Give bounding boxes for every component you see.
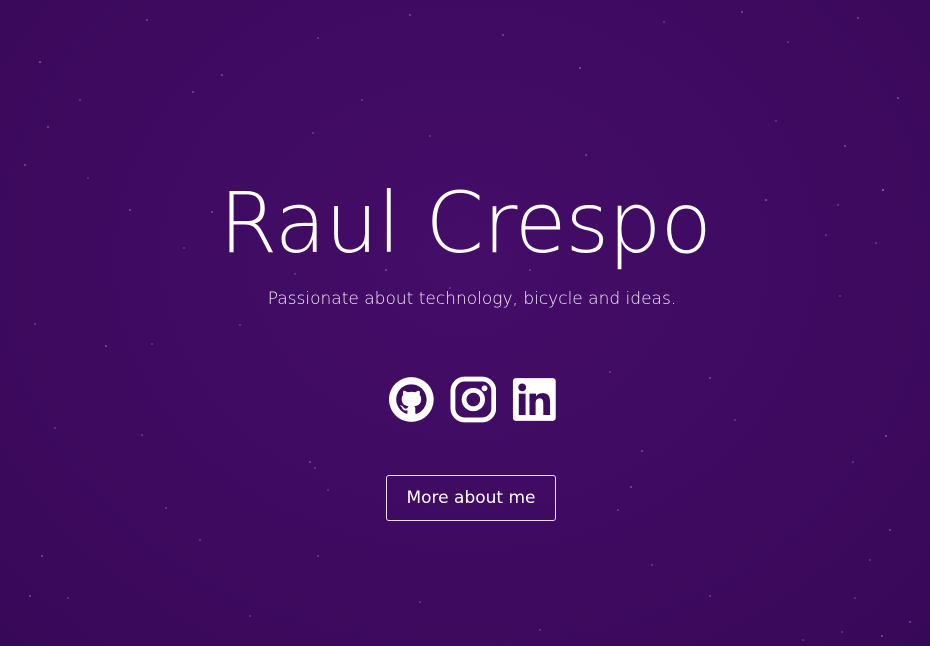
tagline: Passionate about technology, bicycle and… bbox=[267, 289, 677, 309]
linkedin-link[interactable] bbox=[511, 376, 558, 423]
more-about-me-button[interactable]: More about me bbox=[386, 475, 556, 521]
hero-section: Raul Crespo Passionate about technology,… bbox=[0, 0, 930, 646]
starfield-background bbox=[0, 0, 930, 646]
social-links bbox=[388, 376, 558, 424]
github-link[interactable] bbox=[388, 376, 435, 423]
instagram-link[interactable] bbox=[450, 376, 497, 423]
page-title: Raul Crespo bbox=[219, 174, 712, 272]
github-icon bbox=[388, 377, 434, 422]
instagram-icon bbox=[450, 376, 496, 423]
linkedin-icon bbox=[513, 378, 557, 421]
